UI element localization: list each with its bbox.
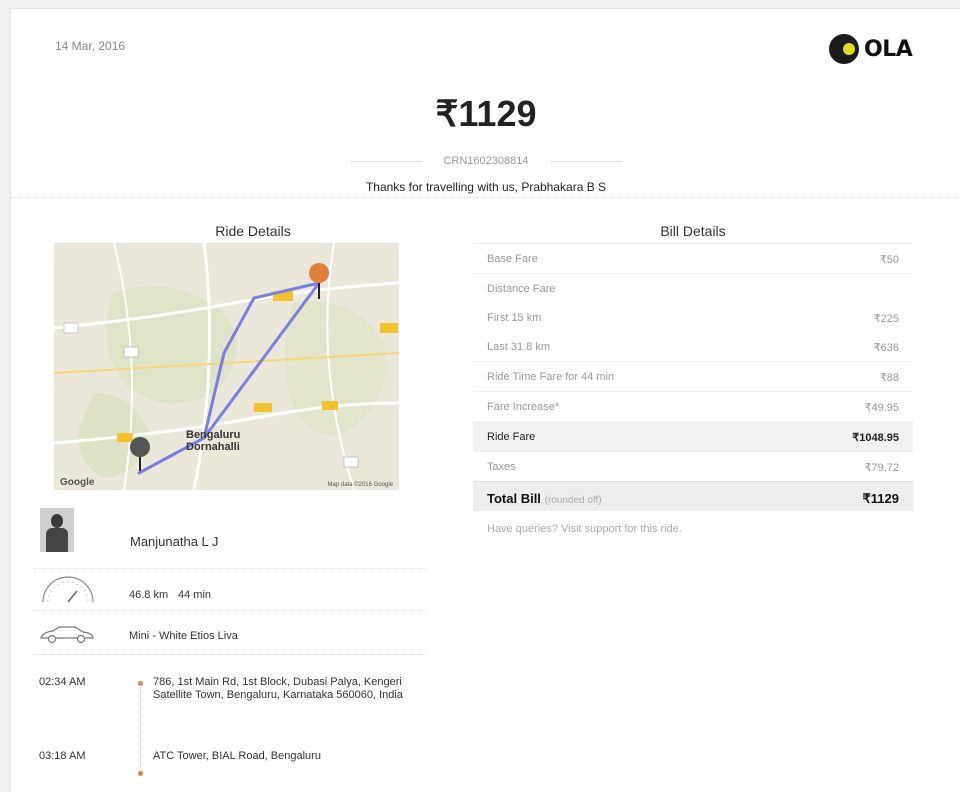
ride-details-title: Ride Details — [215, 223, 291, 239]
driver-avatar — [40, 508, 74, 552]
speedometer-icon — [42, 576, 94, 603]
driver-row: Manjunatha L J — [33, 506, 425, 569]
pickup-address: 786, 1st Main Rd, 1st Block, Dubasi Paly… — [153, 676, 403, 701]
bill-row-total: Total Bill (rounded off) ₹1129 — [473, 481, 913, 511]
route-map[interactable]: Bengaluru Dornahalli Google Map data ©20… — [54, 243, 399, 490]
support-link[interactable]: Have queries? Visit support for this rid… — [487, 523, 682, 535]
bill-label: Base Fare — [487, 253, 538, 265]
bill-value: ₹636 — [873, 342, 899, 354]
bill-row-ride-fare: Ride Fare ₹1048.95 — [473, 421, 913, 451]
bill-row-fare-increase: Fare Increase* ₹49.95 — [473, 391, 913, 421]
bill-value: ₹79.72 — [864, 462, 899, 474]
bill-row-base-fare: Base Fare ₹50 — [473, 243, 913, 273]
bill-table: Base Fare ₹50 Distance Fare First 15 km … — [473, 243, 913, 511]
map-city-label-line2: Dornahalli — [186, 441, 240, 453]
drop-dot-icon — [138, 771, 143, 776]
ola-logo: OLA — [829, 31, 913, 67]
google-logo: Google — [60, 477, 95, 488]
bill-value: ₹1048.95 — [852, 432, 899, 444]
ride-distance: 46.8 km — [129, 589, 169, 601]
invoice-page: 14 Mar, 2016 OLA ₹1129 CRN1602308814 Tha… — [10, 8, 960, 792]
total-label-text: Total Bill — [487, 491, 541, 506]
map-city-label-line1: Bengaluru — [186, 429, 241, 441]
bill-label: Taxes — [487, 461, 516, 473]
trip-timeline: 02:34 AM 786, 1st Main Rd, 1st Block, Du… — [33, 664, 425, 784]
total-bill-value: ₹1129 — [862, 491, 899, 506]
vehicle-row: Mini - White Etios Liva — [33, 616, 425, 655]
driver-name: Manjunatha L J — [130, 534, 219, 549]
bill-value: ₹225 — [873, 313, 899, 325]
brand-name: OLA — [864, 36, 913, 62]
bill-label: Last 31.8 km — [487, 341, 550, 353]
crn-text: CRN1602308814 — [443, 155, 529, 167]
bill-label: Ride Fare — [487, 431, 536, 443]
drop-address: ATC Tower, BIAL Road, Bengaluru — [153, 750, 321, 762]
bill-row-distance-fare: Distance Fare — [473, 273, 913, 303]
bill-row-ride-time: Ride Time Fare for 44 min ₹88 — [473, 361, 913, 391]
bill-label: Ride Time Fare for 44 min — [487, 371, 615, 383]
ride-duration: 44 min — [178, 589, 212, 601]
bill-value: ₹49.95 — [864, 402, 899, 414]
timeline-line — [140, 682, 141, 774]
ride-date: 14 Mar, 2016 — [55, 39, 126, 53]
bill-details-title: Bill Details — [660, 223, 726, 239]
bill-row-first-km: First 15 km ₹225 — [473, 303, 913, 332]
total-note: (rounded off) — [544, 495, 602, 506]
pickup-time: 02:34 AM — [39, 676, 86, 688]
vehicle-description: Mini - White Etios Liva — [129, 630, 238, 642]
drop-time: 03:18 AM — [39, 750, 86, 762]
bill-label: Distance Fare — [487, 283, 556, 295]
car-icon — [40, 626, 94, 644]
thanks-message: Thanks for travelling with us, Prabhakar… — [365, 180, 607, 194]
divider — [11, 197, 960, 198]
bill-value: ₹88 — [879, 372, 899, 384]
bill-row-last-km: Last 31.8 km ₹636 — [473, 332, 913, 361]
ola-logo-icon — [829, 34, 859, 64]
map-city-label: Bengaluru Dornahalli — [186, 429, 240, 453]
total-bill-label: Total Bill (rounded off) — [487, 491, 602, 506]
bill-value: ₹50 — [879, 254, 899, 266]
ride-stats-row: 46.8 km 44 min — [33, 574, 425, 611]
crn-number: CRN1602308814 — [11, 155, 960, 167]
bill-label: First 15 km — [487, 312, 542, 324]
bill-row-taxes: Taxes ₹79.72 — [473, 451, 913, 481]
total-amount: ₹1129 — [435, 93, 537, 134]
bill-label: Fare Increase* — [487, 401, 560, 413]
map-copyright: Map data ©2016 Google — [327, 482, 393, 488]
